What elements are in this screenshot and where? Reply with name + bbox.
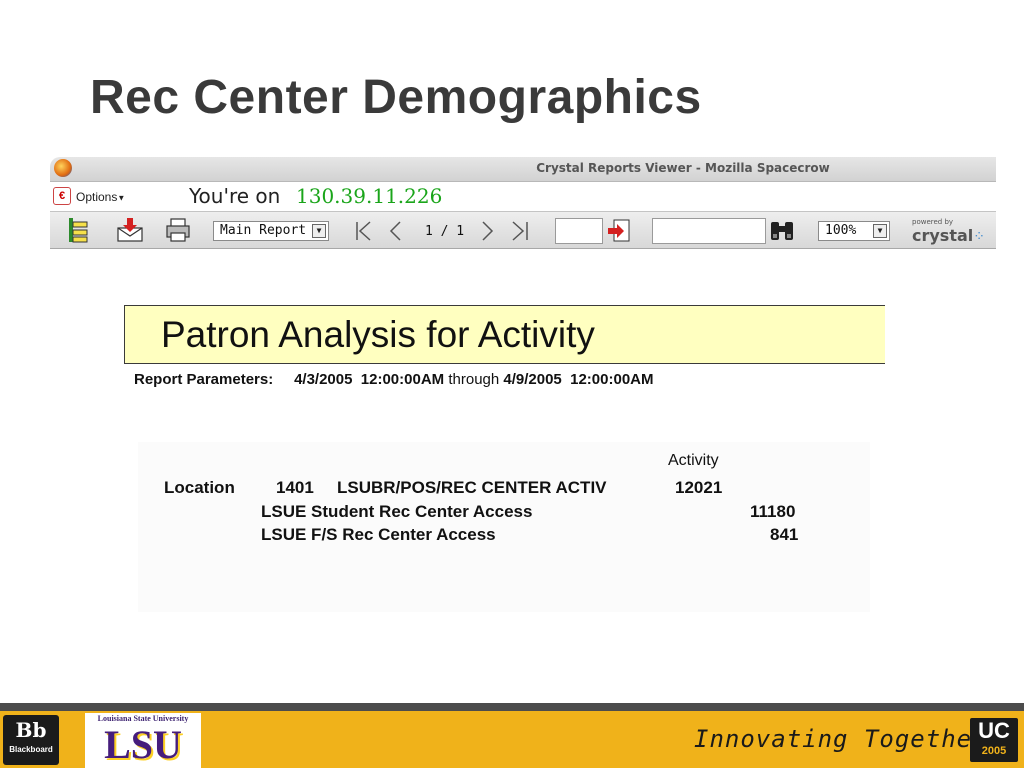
tagline: Innovating Together.	[694, 725, 1003, 753]
chevron-down-icon: ▼	[312, 224, 326, 238]
params-to: 4/9/2005 12:00:00AM	[503, 371, 654, 388]
slide-footer: Bb Blackboard Louisiana State University…	[0, 711, 1024, 768]
params-from: 4/3/2005 12:00:00AM	[294, 371, 445, 388]
go-to-page-icon[interactable]	[606, 218, 632, 244]
crystal-dots-icon: ⁘	[973, 229, 985, 245]
export-icon[interactable]	[116, 216, 144, 244]
print-icon[interactable]	[164, 216, 192, 244]
you-are-on-label: You're on	[189, 184, 281, 208]
search-binoculars-icon[interactable]	[768, 218, 796, 244]
table-row-name: LSUE Student Rec Center Access	[261, 502, 533, 521]
window-title: Crystal Reports Viewer - Mozilla Spacecr…	[536, 161, 830, 175]
report-banner: Patron Analysis for Activity	[124, 305, 885, 364]
bb-mark: Bb	[15, 718, 47, 742]
report-toolbar: Main Report ▼ 1 / 1 100% ▼ powered by cr…	[50, 211, 996, 249]
report-title: Patron Analysis for Activity	[161, 314, 595, 355]
location-total: 12021	[675, 478, 723, 497]
location-name: LSUBR/POS/REC CENTER ACTIV	[337, 478, 607, 497]
brand-small: powered by	[912, 218, 954, 226]
bb-text: Blackboard	[9, 745, 53, 754]
table-row-name: LSUE F/S Rec Center Access	[261, 525, 496, 544]
goto-page-input[interactable]	[555, 218, 603, 244]
blackboard-logo: Bb Blackboard	[3, 715, 59, 765]
first-page-icon[interactable]	[354, 220, 376, 242]
report-select-value: Main Report	[220, 223, 307, 238]
previous-page-icon[interactable]	[388, 220, 404, 242]
params-label: Report Parameters:	[134, 371, 274, 388]
uc-year: 2005	[981, 745, 1007, 757]
uc-mark: UC	[978, 718, 1010, 743]
table-row-value: 11180	[750, 502, 796, 521]
options-menu-icon[interactable]: €	[53, 187, 71, 205]
search-input[interactable]	[652, 218, 766, 244]
column-header-activity: Activity	[668, 452, 719, 469]
location-label: Location	[164, 478, 235, 497]
slide-title: Rec Center Demographics	[90, 71, 702, 124]
next-page-icon[interactable]	[479, 220, 495, 242]
crystal-logo-icon: powered by crystal⁘	[912, 218, 985, 245]
group-tree-icon[interactable]	[66, 216, 94, 244]
zoom-value: 100%	[825, 223, 857, 238]
report-body	[138, 442, 870, 612]
chevron-down-icon: ▼	[117, 193, 126, 203]
options-label: Options	[76, 190, 118, 204]
options-bar: € Options▼ You're on 130.39.11.226	[50, 182, 996, 211]
location-code: 1401	[276, 478, 314, 497]
report-parameters: Report Parameters: 4/3/2005 12:00:00AM t…	[134, 371, 654, 388]
options-menu[interactable]: Options▼	[76, 190, 125, 204]
chevron-down-icon: ▼	[873, 224, 887, 238]
browser-titlebar: Crystal Reports Viewer - Mozilla Spacecr…	[50, 157, 996, 182]
report-select[interactable]: Main Report ▼	[213, 221, 329, 241]
footer-divider	[0, 703, 1024, 711]
page-indicator: 1 / 1	[425, 224, 465, 239]
ip-address: 130.39.11.226	[296, 184, 443, 208]
table-row-value: 841	[770, 525, 799, 544]
uc2005-logo: UC 2005	[970, 718, 1018, 762]
brand-big: crystal	[912, 226, 974, 245]
lsu-big-text: LSU	[104, 722, 182, 767]
params-through: through	[448, 371, 500, 388]
last-page-icon[interactable]	[508, 220, 530, 242]
lsu-logo: Louisiana State University LSU	[85, 713, 201, 768]
zoom-select[interactable]: 100% ▼	[818, 221, 890, 241]
